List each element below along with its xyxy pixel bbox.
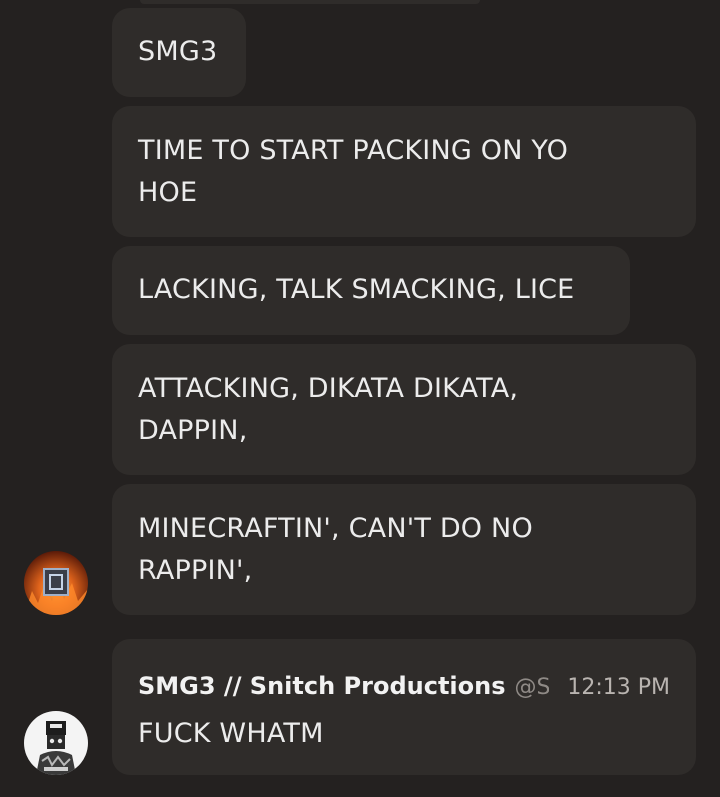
chat-thread: SMG3 TIME TO START PACKING ON YO HOE LAC… xyxy=(0,0,720,797)
message-bubble[interactable]: SMG3 xyxy=(112,8,246,97)
message-text: SMG3 xyxy=(138,36,218,67)
message-timestamp: 12:13 PM xyxy=(567,675,670,700)
message-text: FUCK WHATM xyxy=(138,718,324,749)
message-text: TIME TO START PACKING ON YO HOE xyxy=(138,135,569,208)
message-bubble-with-header[interactable]: SMG3 // Snitch Productions @SMG3 12:13 P… xyxy=(112,639,696,775)
message-header: SMG3 // Snitch Productions @SMG3 12:13 P… xyxy=(138,665,670,709)
sender-name[interactable]: SMG3 // Snitch Productions xyxy=(138,665,506,707)
message-text: ATTACKING, DIKATA DIKATA, DAPPIN, xyxy=(138,373,519,446)
masked-figure-avatar-icon[interactable] xyxy=(24,711,88,775)
message-bubble[interactable]: ATTACKING, DIKATA DIKATA, DAPPIN, xyxy=(112,344,696,475)
sender-handle[interactable]: @SMG3 xyxy=(515,667,550,709)
message-bubble[interactable]: MINECRAFTIN', CAN'T DO NO RAPPIN', xyxy=(112,484,696,615)
message-text: MINECRAFTIN', CAN'T DO NO RAPPIN', xyxy=(138,513,533,586)
previous-message-edge xyxy=(140,0,480,4)
message-bubble[interactable]: TIME TO START PACKING ON YO HOE xyxy=(112,106,696,237)
message-text: LACKING, TALK SMACKING, LICE xyxy=(138,274,575,305)
message-bubble[interactable]: LACKING, TALK SMACKING, LICE xyxy=(112,246,630,335)
fire-frame-avatar-icon[interactable] xyxy=(24,551,88,615)
